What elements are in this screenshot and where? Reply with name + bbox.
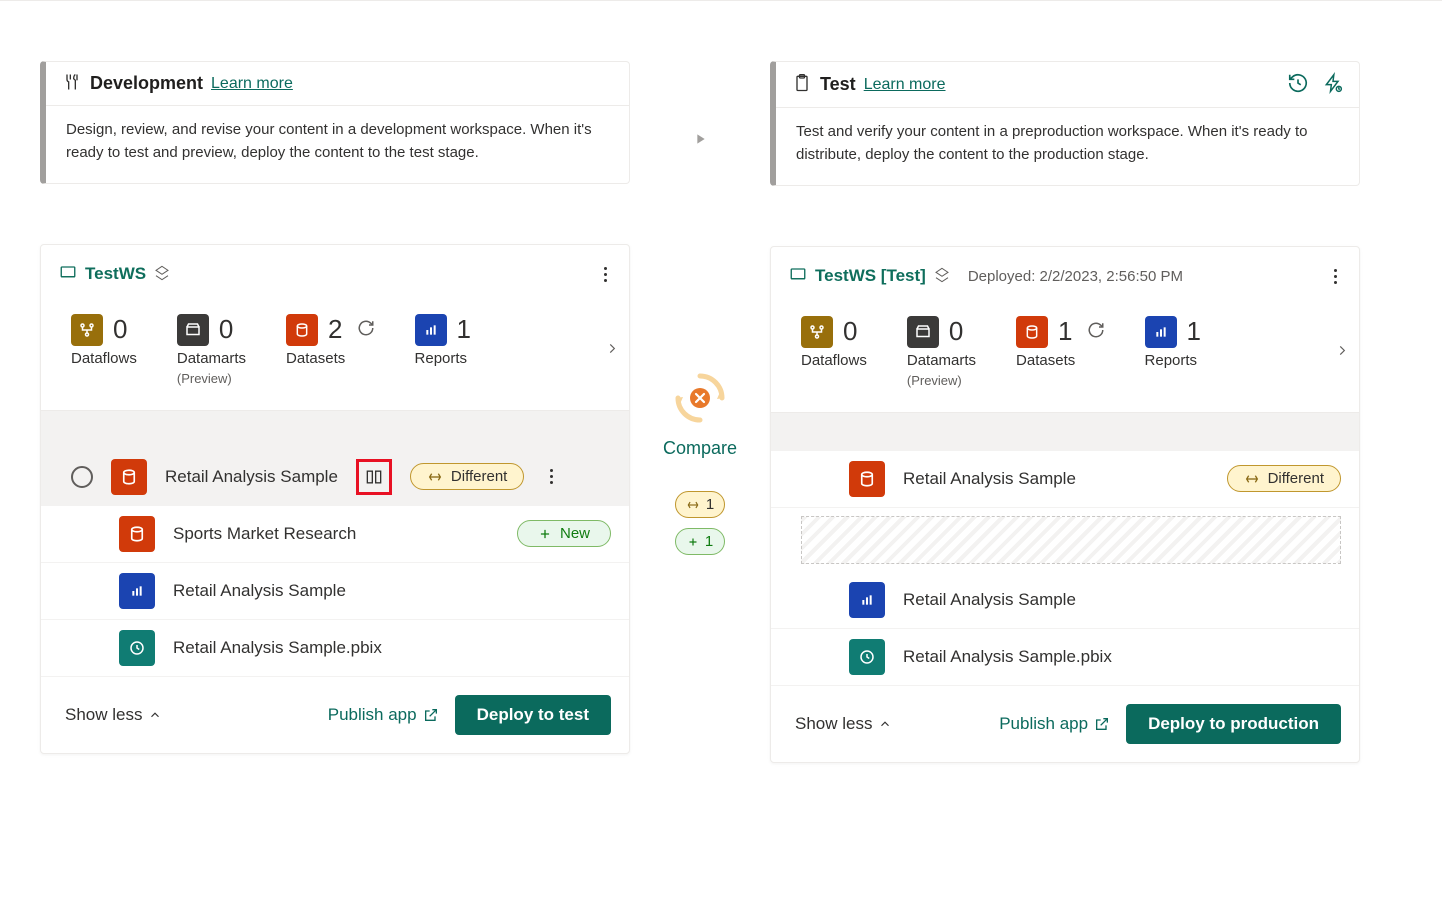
refresh-icon[interactable] [357,319,375,340]
item-label: Retail Analysis Sample.pbix [173,638,382,658]
item-label: Retail Analysis Sample [903,590,1076,610]
counter-datasets[interactable]: 2 Datasets [286,314,374,367]
test-counters: 0 Dataflows 0 Datamarts (Preview) 1 [771,292,1359,413]
premium-icon [154,265,170,284]
deploy-to-production-button[interactable]: Deploy to production [1126,704,1341,744]
compare-label[interactable]: Compare [663,438,737,459]
test-workspace-panel: TestWS [Test] Deployed: 2/2/2023, 2:56:5… [770,246,1360,763]
status-badge-different: Different [410,463,524,490]
test-footer: Show less Publish app Deploy to producti… [771,686,1359,762]
dev-workspace-panel: TestWS 0 Dataflows 0 [40,244,630,754]
tools-icon [62,72,82,95]
new-count-badge[interactable]: 1 [675,528,725,555]
list-item[interactable]: Retail Analysis Sample Different [41,449,629,506]
deploy-to-test-button[interactable]: Deploy to test [455,695,611,735]
scroll-right-icon[interactable] [1335,339,1349,364]
status-badge-new: New [517,520,611,547]
test-workspace-name[interactable]: TestWS [Test] [815,266,926,286]
list-item[interactable]: Retail Analysis Sample.pbix [41,620,629,677]
dataset-icon [111,459,147,495]
dev-stage-card: Development Learn more Design, review, a… [40,61,630,184]
filter-band [771,413,1359,451]
item-label: Sports Market Research [173,524,356,544]
test-more-menu[interactable] [1330,265,1341,288]
item-label: Retail Analysis Sample [173,581,346,601]
counter-datamarts[interactable]: 0 Datamarts (Preview) [177,314,246,386]
publish-app-link[interactable]: Publish app [328,705,439,725]
dev-footer: Show less Publish app Deploy to test [41,677,629,753]
dev-learn-more-link[interactable]: Learn more [211,75,293,93]
compare-icon[interactable] [670,368,730,428]
clipboard-icon [792,73,812,96]
test-column: Test Learn more Test and verify your con… [770,61,1360,763]
show-less-toggle[interactable]: Show less [65,705,162,725]
pipeline-canvas: Development Learn more Design, review, a… [0,0,1442,803]
item-label: Retail Analysis Sample [165,467,338,487]
item-label: Retail Analysis Sample [903,469,1076,489]
premium-icon [934,267,950,286]
counter-reports[interactable]: 1 Reports [1145,316,1201,369]
report-icon [849,582,885,618]
counter-reports[interactable]: 1 Reports [415,314,471,367]
list-item[interactable]: Retail Analysis Sample [771,572,1359,629]
history-icon[interactable] [1287,72,1309,97]
filter-band [41,411,629,449]
dev-workspace-name[interactable]: TestWS [85,264,146,284]
select-radio[interactable] [71,466,93,488]
test-stage-title: Test [820,74,856,95]
status-badge-different: Different [1227,465,1341,492]
workspace-icon [789,266,807,287]
dev-stage-description: Design, review, and revise your content … [46,106,629,183]
report-icon [119,573,155,609]
refresh-icon[interactable] [1087,321,1105,342]
show-less-toggle[interactable]: Show less [795,714,892,734]
scroll-right-icon[interactable] [605,337,619,362]
dataset-icon [119,516,155,552]
test-learn-more-link[interactable]: Learn more [864,76,946,94]
rules-icon[interactable] [1323,72,1343,97]
item-more-menu[interactable] [546,465,557,488]
publish-app-link[interactable]: Publish app [999,714,1110,734]
list-item[interactable]: Retail Analysis Sample.pbix [771,629,1359,686]
dataset-icon [849,461,885,497]
counter-datasets[interactable]: 1 Datasets [1016,316,1104,369]
counter-dataflows[interactable]: 0 Dataflows [801,316,867,369]
diff-count-badge[interactable]: 1 [675,491,725,518]
stage-arrow-icon [692,131,708,150]
deployed-timestamp: Deployed: 2/2/2023, 2:56:50 PM [968,268,1183,285]
workspace-icon [59,264,77,285]
list-item[interactable]: Sports Market Research New [41,506,629,563]
dev-more-menu[interactable] [600,263,611,286]
compare-changes-button[interactable] [356,459,392,495]
test-stage-description: Test and verify your content in a prepro… [776,108,1359,185]
test-stage-card: Test Learn more Test and verify your con… [770,61,1360,186]
pbix-icon [849,639,885,675]
middle-column: Compare 1 1 [630,61,770,763]
list-item[interactable]: Retail Analysis Sample Different [771,451,1359,508]
dev-column: Development Learn more Design, review, a… [40,61,630,763]
counter-datamarts[interactable]: 0 Datamarts (Preview) [907,316,976,388]
counter-dataflows[interactable]: 0 Dataflows [71,314,137,367]
pbix-icon [119,630,155,666]
placeholder-row [801,516,1341,564]
dev-stage-title: Development [90,73,203,94]
dev-counters: 0 Dataflows 0 Datamarts (Preview) 2 [41,290,629,411]
item-label: Retail Analysis Sample.pbix [903,647,1112,667]
list-item[interactable]: Retail Analysis Sample [41,563,629,620]
